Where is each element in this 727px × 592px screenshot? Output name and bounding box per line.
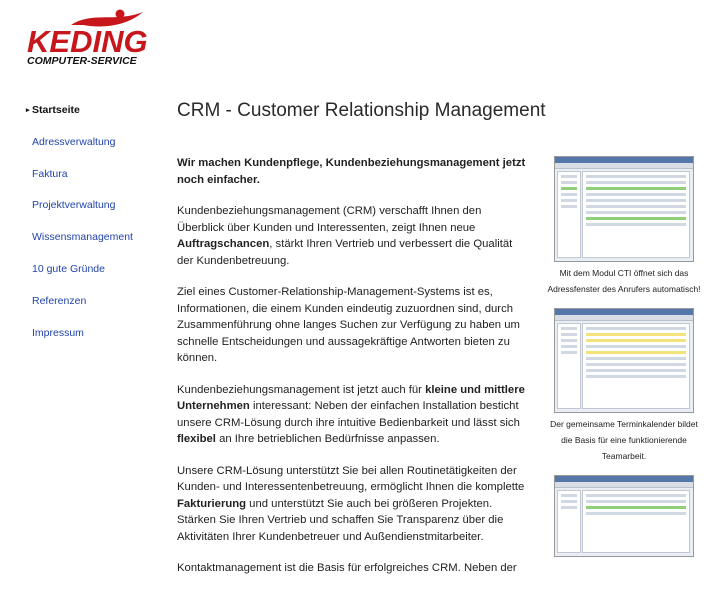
company-logo[interactable]: KEDING COMPUTER-SERVICE <box>23 7 169 68</box>
nav-item-projektverwaltung[interactable]: Projektverwaltung <box>26 193 166 225</box>
screenshot-cti[interactable] <box>554 156 694 262</box>
nav-item-10-gute-gruende[interactable]: 10 gute Gründe <box>26 257 166 289</box>
paragraph-4: Unsere CRM-Lösung unterstützt Sie bei al… <box>177 464 525 543</box>
nav-item-startseite[interactable]: ▸ Startseite <box>26 98 166 130</box>
paragraph-3: Kundenbeziehungsmanagement ist jetzt auc… <box>177 383 525 446</box>
main-content: Wir machen Kundenpflege, Kundenbeziehung… <box>177 155 529 592</box>
screenshot-calendar[interactable] <box>554 308 694 413</box>
paragraph-2: Ziel eines Customer-Relationship-Managem… <box>177 286 520 364</box>
logo-brand: KEDING <box>27 24 148 59</box>
screenshot-column: Mit dem Modul CTI öffnet sich das Adress… <box>547 156 701 557</box>
logo-tagline: COMPUTER-SERVICE <box>27 55 138 67</box>
paragraph-1: Kundenbeziehungsmanagement (CRM) verscha… <box>177 205 513 267</box>
nav-item-referenzen[interactable]: Referenzen <box>26 289 166 321</box>
main-navigation: ▸ Startseite Adressverwaltung Faktura Pro… <box>26 98 166 352</box>
lead-paragraph: Wir machen Kundenpflege, Kundenbeziehung… <box>177 157 526 186</box>
screenshot-caption: Der gemeinsame Terminkalender bildet die… <box>550 419 698 461</box>
page-title: CRM - Customer Relationship Management <box>177 100 546 121</box>
paragraph-5: Kontaktmanagement ist die Basis für erfo… <box>177 562 517 574</box>
nav-item-adressverwaltung[interactable]: Adressverwaltung <box>26 130 166 162</box>
nav-item-faktura[interactable]: Faktura <box>26 162 166 194</box>
nav-item-impressum[interactable]: Impressum <box>26 321 166 353</box>
screenshot-caption: Mit dem Modul CTI öffnet sich das Adress… <box>547 268 701 294</box>
nav-item-wissensmanagement[interactable]: Wissensmanagement <box>26 225 166 257</box>
